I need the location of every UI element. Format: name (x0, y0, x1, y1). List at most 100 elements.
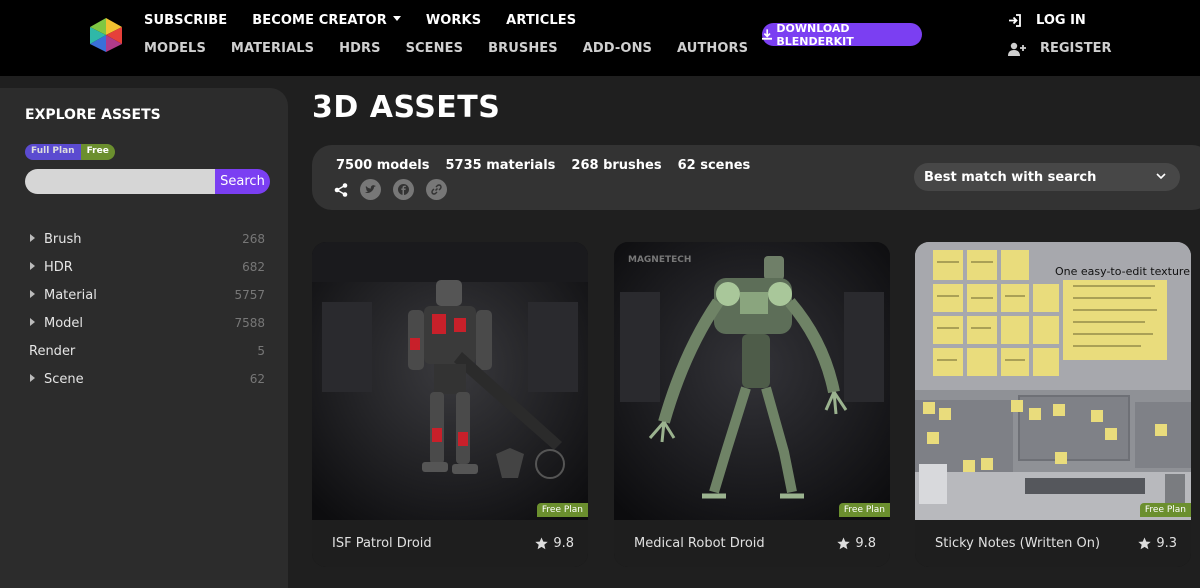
copy-link-button[interactable] (426, 179, 447, 200)
sidebar-title: EXPLORE ASSETS (25, 107, 161, 123)
caret-right-icon (30, 290, 35, 298)
star-icon (535, 537, 549, 550)
category-brush[interactable]: Brush 268 (0, 225, 288, 253)
share-icon[interactable] (334, 182, 348, 197)
category-count: 682 (242, 260, 265, 274)
nav-authors[interactable]: AUTHORS (677, 41, 748, 56)
sidebar: EXPLORE ASSETS Full Plan Free Search Bru… (0, 88, 288, 588)
nav-hdrs[interactable]: HDRS (339, 41, 380, 56)
primary-nav: SUBSCRIBE BECOME CREATOR WORKS ARTICLES (144, 13, 601, 28)
share-row (334, 179, 447, 200)
card-footer: Sticky Notes (Written On) 9.3 (915, 520, 1191, 567)
twitter-icon (365, 185, 376, 193)
stat-brushes: 268 brushes (571, 158, 662, 173)
category-label: Scene (44, 371, 84, 387)
category-model[interactable]: Model 7588 (0, 309, 288, 337)
asset-name[interactable]: ISF Patrol Droid (332, 536, 432, 551)
caret-right-icon (30, 318, 35, 326)
plan-full-option[interactable]: Full Plan (25, 144, 81, 160)
category-count: 7588 (234, 316, 265, 330)
register-label: REGISTER (1040, 41, 1112, 56)
link-icon (431, 184, 442, 195)
asset-card[interactable]: MAGNETECH Free Plan Medical Robot Droid … (614, 242, 890, 567)
category-label: Brush (44, 231, 82, 247)
caret-right-icon (30, 374, 35, 382)
nav-scenes[interactable]: SCENES (406, 41, 464, 56)
category-count: 5 (257, 344, 265, 358)
rating-value: 9.8 (553, 536, 574, 551)
nav-brushes[interactable]: BRUSHES (488, 41, 558, 56)
free-plan-badge: Free Plan (536, 503, 588, 517)
asset-rating: 9.8 (535, 536, 574, 551)
sign-in-icon (1009, 14, 1021, 27)
nav-articles[interactable]: ARTICLES (506, 13, 576, 28)
asset-rating: 9.8 (837, 536, 876, 551)
nav-materials[interactable]: MATERIALS (231, 41, 314, 56)
category-count: 268 (242, 232, 265, 246)
stat-materials: 5735 materials (445, 158, 556, 173)
stat-scenes: 62 scenes (677, 158, 751, 173)
magnetech-watermark: MAGNETECH (628, 255, 691, 265)
category-count: 5757 (234, 288, 265, 302)
download-icon (762, 29, 773, 40)
nav-models[interactable]: MODELS (144, 41, 206, 56)
top-header: SUBSCRIBE BECOME CREATOR WORKS ARTICLES … (0, 0, 1200, 76)
sort-select[interactable]: Best match with search (914, 163, 1180, 191)
search-input[interactable] (25, 169, 215, 194)
free-plan-badge: Free Plan (838, 503, 890, 517)
blenderkit-logo-icon[interactable] (90, 18, 122, 52)
chevron-down-icon (1156, 173, 1166, 180)
asset-name[interactable]: Medical Robot Droid (634, 536, 765, 551)
results-toolbar: 7500 models 5735 materials 268 brushes 6… (312, 145, 1200, 210)
stat-models: 7500 models (336, 158, 430, 173)
asset-card[interactable]: One easy-to-edit texture Free Plan Stick… (915, 242, 1191, 567)
card-footer: ISF Patrol Droid 9.8 (312, 520, 588, 567)
nav-subscribe[interactable]: SUBSCRIBE (144, 13, 227, 28)
page-title: 3D ASSETS (312, 90, 501, 125)
caret-right-icon (30, 234, 35, 242)
asset-name[interactable]: Sticky Notes (Written On) (935, 536, 1100, 551)
category-label: Material (44, 287, 97, 303)
asset-nav: MODELS MATERIALS HDRS SCENES BRUSHES ADD… (144, 41, 773, 56)
facebook-share-button[interactable] (393, 179, 414, 200)
asset-stats: 7500 models 5735 materials 268 brushes 6… (336, 158, 750, 173)
category-scene[interactable]: Scene 62 (0, 365, 288, 393)
asset-thumbnail[interactable] (312, 242, 588, 520)
nav-become-creator-label: BECOME CREATOR (252, 13, 387, 28)
nav-become-creator[interactable]: BECOME CREATOR (252, 13, 401, 28)
download-blenderkit-button[interactable]: DOWNLOAD BLENDERKIT (762, 21, 922, 48)
category-hdr[interactable]: HDR 682 (0, 253, 288, 281)
rating-value: 9.8 (855, 536, 876, 551)
nav-add-ons[interactable]: ADD-ONS (583, 41, 652, 56)
category-material[interactable]: Material 5757 (0, 281, 288, 309)
facebook-icon (398, 184, 409, 195)
category-count: 62 (249, 372, 265, 386)
category-label: HDR (44, 259, 73, 275)
category-render[interactable]: Render 5 (0, 337, 288, 365)
chevron-down-icon (392, 16, 401, 21)
plan-free-option[interactable]: Free (80, 144, 115, 160)
rating-value: 9.3 (1156, 536, 1177, 551)
search-button[interactable]: Search (215, 169, 270, 194)
download-label: DOWNLOAD BLENDERKIT (776, 21, 854, 48)
asset-thumbnail[interactable]: MAGNETECH (614, 242, 890, 520)
star-icon (1138, 537, 1152, 550)
texture-caption: One easy-to-edit texture (1055, 265, 1190, 278)
asset-thumbnail[interactable]: One easy-to-edit texture (915, 242, 1191, 520)
register-link[interactable]: REGISTER (1008, 41, 1112, 56)
sort-label: Best match with search (924, 169, 1097, 185)
plan-toggle[interactable]: Full Plan Free (25, 144, 115, 160)
star-icon (837, 537, 851, 550)
asset-card[interactable]: Free Plan ISF Patrol Droid 9.8 (312, 242, 588, 567)
free-plan-badge: Free Plan (1139, 503, 1191, 517)
category-label: Model (44, 315, 84, 331)
twitter-share-button[interactable] (360, 179, 381, 200)
category-label: Render (29, 343, 76, 359)
category-list: Brush 268 HDR 682 Material 5757 Model 75… (0, 225, 288, 393)
caret-right-icon (30, 262, 35, 270)
card-footer: Medical Robot Droid 9.8 (614, 520, 890, 567)
login-link[interactable]: LOG IN (1008, 13, 1086, 28)
nav-works[interactable]: WORKS (426, 13, 481, 28)
login-label: LOG IN (1036, 13, 1086, 28)
user-plus-icon (1008, 42, 1026, 56)
